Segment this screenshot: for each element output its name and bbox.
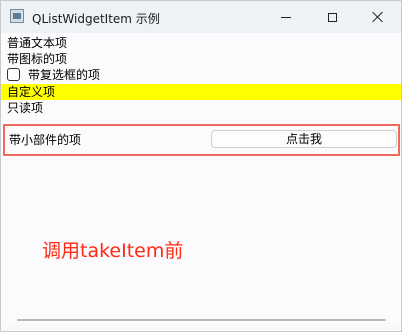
minimize-button[interactable] — [263, 1, 309, 33]
takeitem-annotation: 调用takeItem前 — [42, 240, 184, 262]
click-me-button[interactable]: 点击我 — [211, 130, 397, 148]
list-item-label: 带图标的项 — [7, 52, 68, 66]
window-title: QListWidgetItem 示例 — [32, 12, 160, 26]
minimize-icon — [281, 16, 291, 18]
list-item-label: 只读项 — [7, 101, 44, 115]
title-bar[interactable]: QListWidgetItem 示例 — [1, 1, 401, 33]
list-item-custom[interactable]: 自定义项 — [1, 84, 401, 100]
list-item-label: 自定义项 — [7, 85, 56, 99]
maximize-button[interactable] — [309, 1, 355, 33]
list-item-with-checkbox[interactable]: 带复选框的项 — [1, 67, 401, 83]
app-icon — [10, 9, 24, 23]
close-icon — [372, 11, 384, 23]
list-item-read-only[interactable]: 只读项 — [1, 100, 401, 116]
widget-item-label: 带小部件的项 — [9, 133, 82, 147]
list-item-with-icon[interactable]: 带图标的项 — [1, 51, 401, 67]
list-item-label: 普通文本项 — [7, 36, 68, 50]
list-widget[interactable]: 普通文本项 带图标的项 带复选框的项 自定义项 只读项 带小部件的项 点击我 调… — [1, 33, 401, 323]
list-item-with-widget[interactable]: 带小部件的项 点击我 — [3, 124, 400, 156]
list-item-plain-text[interactable]: 普通文本项 — [1, 35, 401, 51]
maximize-icon — [327, 12, 337, 22]
horizontal-scrollbar[interactable] — [17, 319, 386, 321]
main-window: QListWidgetItem 示例 普通文本项 带图标的项 带复选框的项 自定… — [0, 0, 402, 332]
list-item-label: 带复选框的项 — [28, 68, 101, 82]
checkbox-icon[interactable] — [7, 68, 20, 81]
close-button[interactable] — [355, 1, 401, 33]
